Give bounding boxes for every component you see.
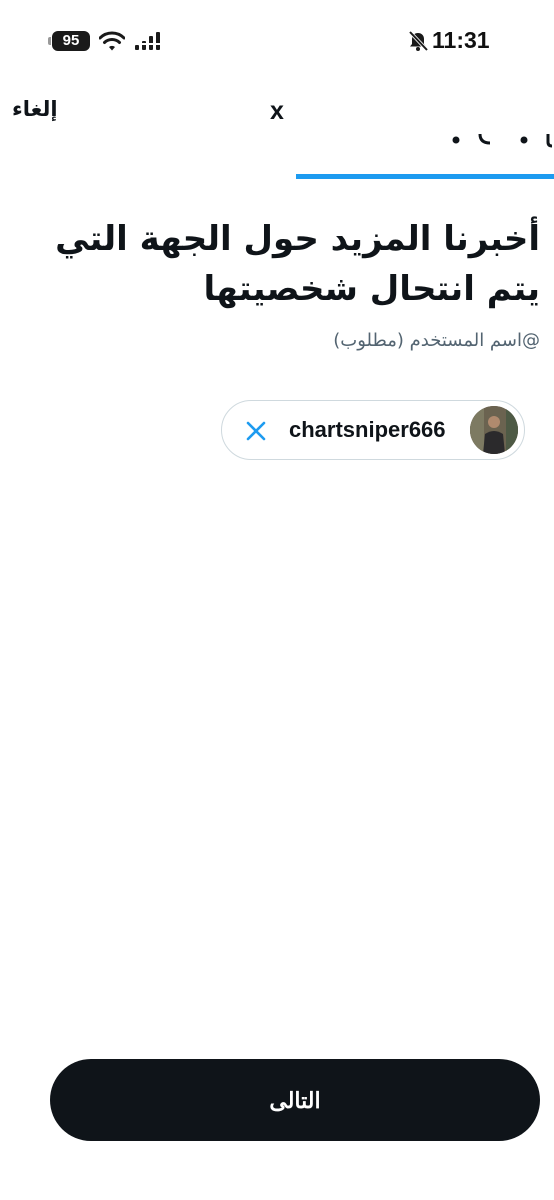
scrolled-text-fragment	[452, 134, 553, 148]
cancel-button[interactable]: إلغاء	[12, 97, 58, 121]
username-field-label: @اسم المستخدم (مطلوب)	[333, 330, 540, 351]
selected-username: chartsniper666	[289, 417, 446, 442]
close-button[interactable]: x	[266, 96, 288, 126]
status-bar: 95 11:31	[0, 0, 554, 80]
battery-indicator: 95	[52, 31, 90, 51]
battery-tip	[48, 37, 51, 45]
status-time: 11:31	[432, 27, 490, 53]
bell-off-icon	[408, 30, 429, 52]
signal-icon	[134, 32, 164, 50]
page-title: أخبرنا المزيد حول الجهة التي يتم انتحال …	[55, 219, 540, 309]
avatar	[470, 406, 518, 454]
report-screen: 95 11:31 إلغاء x أخبرنا المزيد حول الجهة…	[0, 0, 554, 1200]
next-button[interactable]: التالى	[50, 1059, 540, 1141]
wifi-icon	[99, 31, 125, 51]
selected-user-chip[interactable]: chartsniper666	[221, 400, 525, 460]
progress-indicator	[296, 174, 554, 179]
avatar-image	[470, 406, 518, 454]
close-icon[interactable]	[244, 419, 268, 443]
